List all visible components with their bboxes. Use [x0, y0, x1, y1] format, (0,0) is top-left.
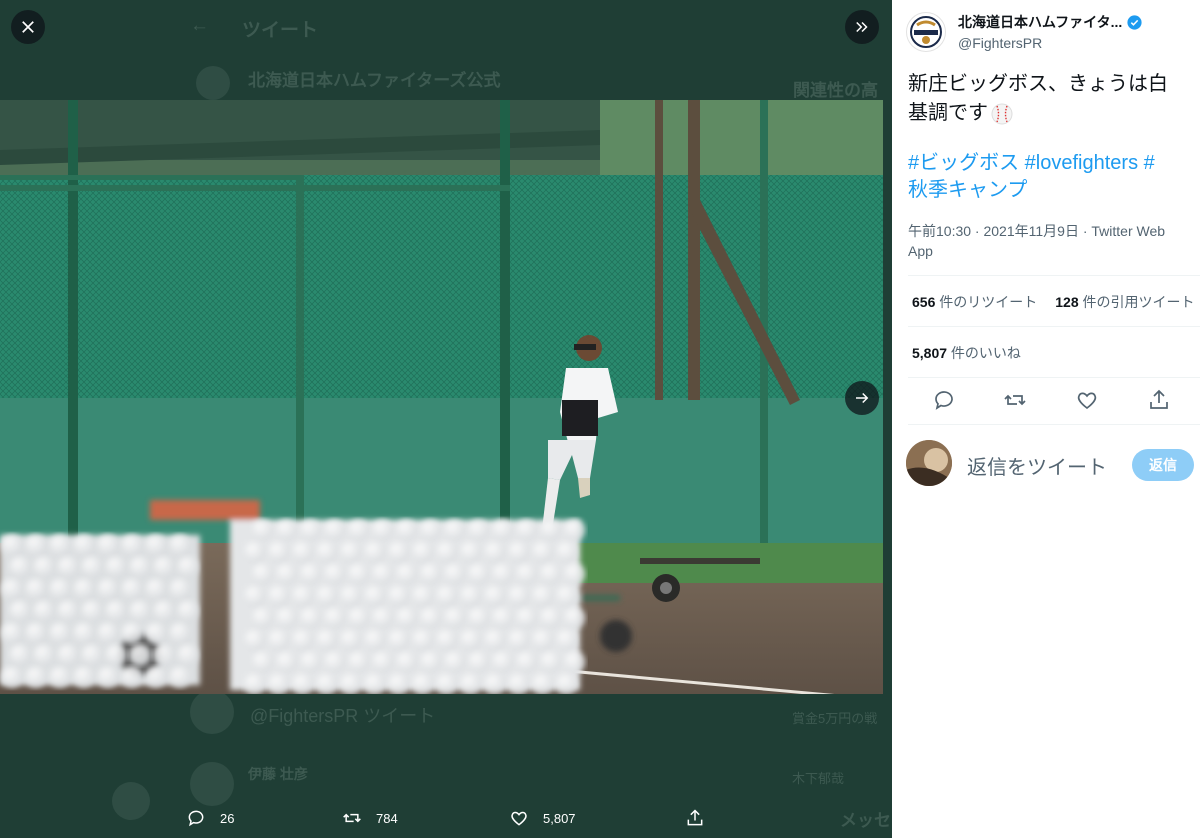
baseball-emoji-icon: [991, 103, 1013, 124]
reply-input[interactable]: 返信をツイート: [967, 451, 1107, 480]
reply-button[interactable]: 返信: [1132, 449, 1194, 481]
author-display-name[interactable]: 北海道日本ハムファイタ...: [958, 12, 1143, 32]
media-share-button[interactable]: [685, 808, 705, 828]
likes-count: 5,807: [912, 345, 948, 361]
tweet-text: 新庄ビッグボス、きょうは白 基調です: [908, 70, 1200, 128]
tweet-text-line-2: 基調です: [908, 102, 988, 124]
divider: [908, 424, 1200, 425]
tweet-detail-panel: 北海道日本ハムファイタ... @FightersPR 新庄ビッグボス、きょうは白…: [892, 0, 1200, 838]
photo-image: [0, 100, 883, 694]
tweet-author[interactable]: 北海道日本ハムファイタ... @FightersPR: [906, 12, 1143, 52]
collapse-panel-button[interactable]: [845, 10, 879, 44]
user-avatar-image: [906, 440, 952, 486]
retweets-label: 件のリツイート: [935, 294, 1038, 310]
divider: [908, 326, 1200, 327]
bg-avatar-2: [190, 690, 234, 734]
heart-icon: [511, 811, 527, 826]
media-like-button[interactable]: 5,807: [509, 808, 576, 828]
user-avatar[interactable]: [906, 440, 952, 486]
double-chevron-right-icon: [856, 21, 868, 33]
reply-icon[interactable]: [932, 388, 956, 412]
retweets-count: 656: [912, 294, 936, 310]
bg-avatar: [196, 66, 230, 100]
reply-composer: 返信をツイート 返信: [906, 438, 1200, 488]
bg-header-title: ツイート: [242, 20, 319, 41]
share-icon: [687, 809, 703, 826]
retweet-icon: [343, 813, 361, 823]
bg-side-text-2: 木下郁哉: [792, 771, 845, 786]
media-like-count: 5,807: [543, 810, 576, 826]
quotes-label: 件の引用ツイート: [1078, 294, 1195, 310]
next-image-button[interactable]: [845, 381, 879, 415]
bg-reply-user: 伊藤 壮彦: [248, 766, 308, 782]
verified-badge-icon: [1127, 14, 1142, 30]
arrow-right-icon: [856, 392, 869, 404]
author-name-text: 北海道日本ハムファイタ...: [958, 14, 1123, 30]
retweet-quote-stats[interactable]: 656 件のリツイート 128 件の引用ツイート: [912, 292, 1195, 312]
tweet-photo[interactable]: [0, 100, 883, 694]
bg-related-label: 関連性の高: [793, 81, 878, 100]
divider: [908, 275, 1200, 276]
tweet-hashtags[interactable]: #ビッグボス #lovefighters # 秋季キャンプ: [908, 150, 1200, 204]
fighters-logo-icon: [910, 16, 942, 48]
hashtags-line-2[interactable]: 秋季キャンプ: [908, 177, 1200, 204]
author-handle[interactable]: @FightersPR: [958, 35, 1143, 51]
share-icon[interactable]: [1147, 388, 1171, 412]
tweet-actions: [892, 386, 1200, 414]
bg-account-line: 北海道日本ハムファイターズ公式: [248, 71, 501, 90]
bg-back-arrow-icon: ←: [190, 15, 209, 36]
reply-icon: [188, 810, 204, 827]
bg-side-text-1: 賞金5万円の戦: [792, 711, 878, 726]
divider: [908, 377, 1200, 378]
close-icon: [22, 21, 34, 33]
media-retweet-count: 784: [376, 810, 398, 826]
media-retweet-button[interactable]: 784: [342, 808, 398, 828]
tweet-timestamp[interactable]: 午前10:30 · 2021年11月9日 · Twitter Web App: [908, 221, 1188, 261]
tweet-text-line-1: 新庄ビッグボス、きょうは白: [908, 73, 1168, 95]
hashtags-line-1[interactable]: #ビッグボス #lovefighters #: [908, 150, 1200, 177]
media-reply-count: 26: [220, 810, 235, 826]
retweet-icon[interactable]: [1003, 388, 1027, 412]
bg-reply-prompt: @FightersPR ツイート: [250, 706, 436, 726]
likes-label: 件のいいね: [947, 345, 1021, 361]
author-avatar[interactable]: [906, 12, 946, 52]
quotes-count: 128: [1055, 294, 1079, 310]
media-action-bar: 26 784 5,807: [0, 800, 892, 838]
likes-stats[interactable]: 5,807 件のいいね: [912, 343, 1021, 363]
media-reply-button[interactable]: 26: [186, 808, 234, 828]
heart-icon[interactable]: [1075, 388, 1099, 412]
close-button[interactable]: [11, 10, 45, 44]
